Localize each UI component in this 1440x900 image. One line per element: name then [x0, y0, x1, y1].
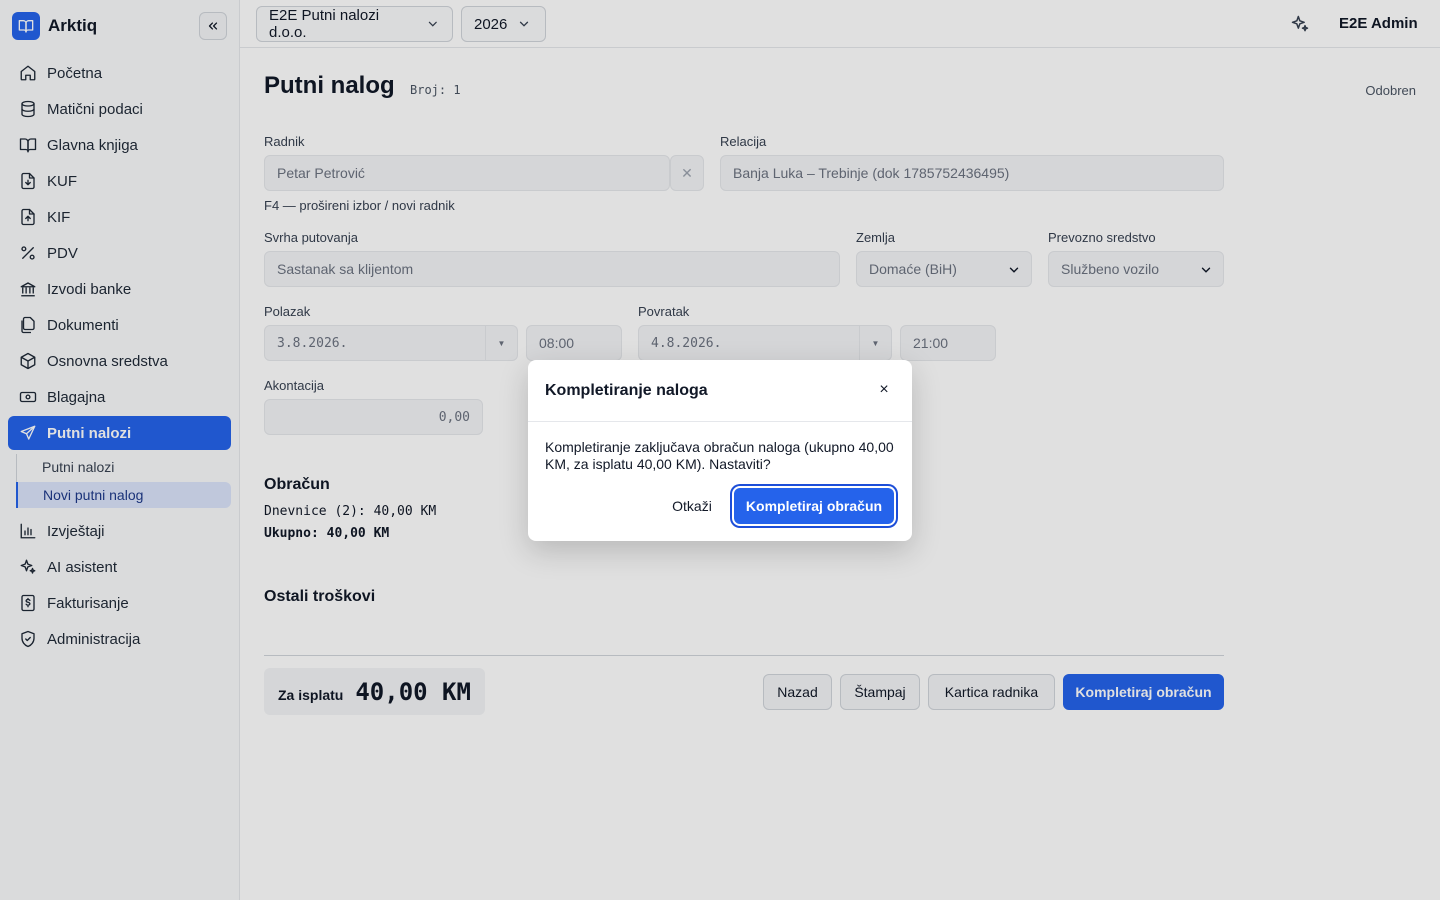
dialog-divider — [528, 421, 912, 422]
dialog-cancel-button[interactable]: Otkaži — [658, 488, 726, 524]
dialog-message: Kompletiranje zaključava obračun naloga … — [545, 439, 894, 472]
dialog-title: Kompletiranje naloga — [545, 382, 708, 399]
complete-order-dialog: Kompletiranje naloga × Kompletiranje zak… — [528, 360, 912, 541]
close-icon: × — [879, 381, 889, 398]
dialog-confirm-button[interactable]: Kompletiraj obračun — [734, 488, 894, 524]
dialog-close-button[interactable]: × — [876, 381, 892, 398]
